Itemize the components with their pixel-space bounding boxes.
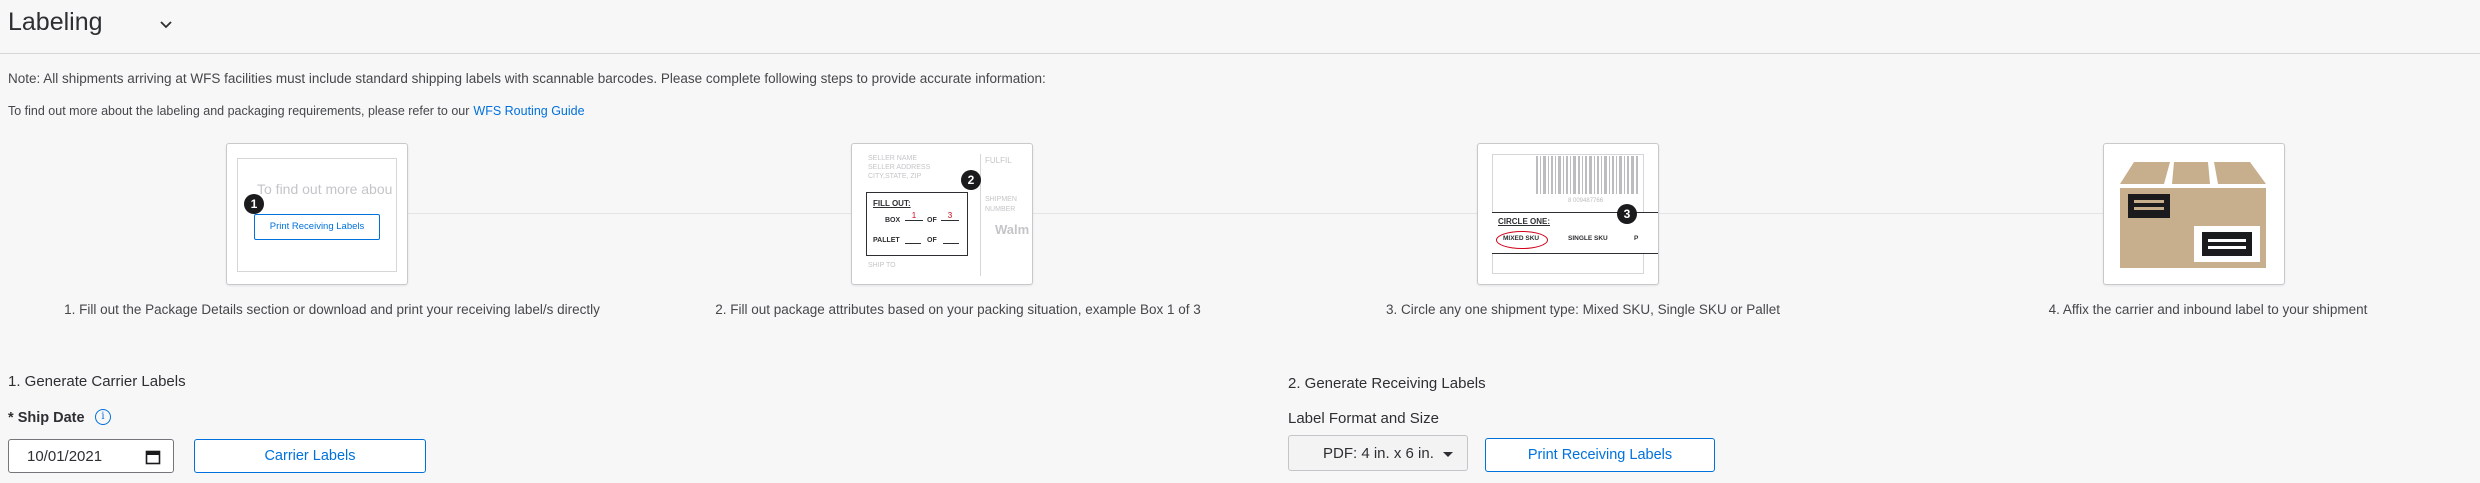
of-label: OF bbox=[927, 217, 937, 224]
walm-text: Walm bbox=[995, 222, 1030, 237]
step-3-illustration: 8 009487766 CIRCLE ONE: MIXED SKU SINGLE… bbox=[1477, 143, 1659, 285]
pallet-option-label: P bbox=[1634, 235, 1639, 242]
box-number: 1 bbox=[905, 211, 923, 221]
step-2-right-column: FULFIL SHIPMEN NUMBER Walm bbox=[980, 154, 1032, 276]
step-1-faded-text: To find out more abou bbox=[257, 181, 393, 197]
step-2-caption: 2. Fill out package attributes based on … bbox=[715, 302, 1201, 317]
number-text: NUMBER bbox=[985, 206, 1016, 213]
print-receiving-labels-button[interactable]: Print Receiving Labels bbox=[1485, 438, 1715, 472]
seller-name: SELLER NAME bbox=[868, 155, 918, 162]
seller-address: SELLER ADDRESS bbox=[868, 164, 931, 171]
pallet-label: PALLET bbox=[873, 237, 900, 244]
header-divider bbox=[0, 53, 2480, 54]
seller-city: CITY,STATE, ZIP bbox=[868, 173, 922, 180]
calendar-icon[interactable] bbox=[145, 449, 161, 465]
step-4-illustration bbox=[2103, 143, 2285, 285]
required-mark: * bbox=[8, 410, 14, 426]
single-sku-label: SINGLE SKU bbox=[1568, 235, 1608, 242]
step-3-caption: 3. Circle any one shipment type: Mixed S… bbox=[1386, 302, 1780, 317]
pallet-total-blank bbox=[943, 243, 959, 244]
carrier-labels-button[interactable]: Carrier Labels bbox=[194, 439, 426, 473]
refer-text: To find out more about the labeling and … bbox=[8, 104, 585, 118]
barcode-graphic bbox=[1536, 156, 1638, 194]
step-4-caption: 4. Affix the carrier and inbound label t… bbox=[2048, 302, 2368, 317]
ship-date-label: * Ship Date bbox=[8, 410, 85, 426]
step-2-badge: 2 bbox=[961, 170, 981, 190]
pallet-blank bbox=[905, 243, 921, 244]
mixed-sku-label: MIXED SKU bbox=[1503, 235, 1540, 242]
label-format-select[interactable]: PDF: 4 in. x 6 in. bbox=[1288, 435, 1468, 471]
caret-down-icon bbox=[1443, 452, 1453, 457]
note-text: Note: All shipments arriving at WFS faci… bbox=[8, 71, 1046, 86]
pallet-of-label: OF bbox=[927, 237, 937, 244]
step-1-badge: 1 bbox=[244, 194, 264, 214]
carrier-section-title: 1. Generate Carrier Labels bbox=[8, 373, 186, 390]
fulfil-text: FULFIL bbox=[985, 156, 1012, 165]
package-graphic bbox=[2120, 162, 2266, 268]
step-1-print-button-illustration: Print Receiving Labels bbox=[254, 214, 380, 240]
fill-out-title: FILL OUT: bbox=[873, 199, 911, 208]
ship-date-text: Ship Date bbox=[17, 410, 85, 426]
wfs-routing-guide-link[interactable]: WFS Routing Guide bbox=[473, 104, 584, 118]
refer-label: To find out more about the labeling and … bbox=[8, 104, 470, 118]
shipmen-text: SHIPMEN bbox=[985, 196, 1017, 203]
chevron-down-icon[interactable] bbox=[156, 16, 176, 34]
step-3-badge: 3 bbox=[1617, 204, 1637, 224]
ship-date-input[interactable]: 10/01/2021 bbox=[8, 439, 174, 473]
info-icon[interactable]: i bbox=[95, 409, 111, 425]
ship-date-value: 10/01/2021 bbox=[27, 448, 103, 465]
steps-connector bbox=[230, 213, 2270, 214]
box-total: 3 bbox=[941, 211, 959, 221]
step-2-seller-lines: SELLER NAME SELLER ADDRESS CITY,STATE, Z… bbox=[868, 154, 930, 181]
ship-to-text: SHIP TO bbox=[868, 262, 896, 269]
box-label: BOX bbox=[885, 217, 901, 224]
step-1-caption: 1. Fill out the Package Details section … bbox=[64, 302, 600, 317]
page-title: Labeling bbox=[8, 8, 103, 36]
circle-one-title: CIRCLE ONE: bbox=[1498, 217, 1550, 226]
step-1-illustration: To find out more abou Print Receiving La… bbox=[226, 143, 408, 285]
label-format-label: Label Format and Size bbox=[1288, 410, 1439, 427]
receiving-section-title: 2. Generate Receiving Labels bbox=[1288, 375, 1486, 392]
step-2-illustration: SELLER NAME SELLER ADDRESS CITY,STATE, Z… bbox=[851, 143, 1033, 285]
label-format-value: PDF: 4 in. x 6 in. bbox=[1323, 445, 1434, 462]
fill-out-box: FILL OUT: BOX 1 OF 3 PALLET OF bbox=[866, 192, 968, 256]
barcode-number: 8 009487766 bbox=[1568, 198, 1604, 204]
